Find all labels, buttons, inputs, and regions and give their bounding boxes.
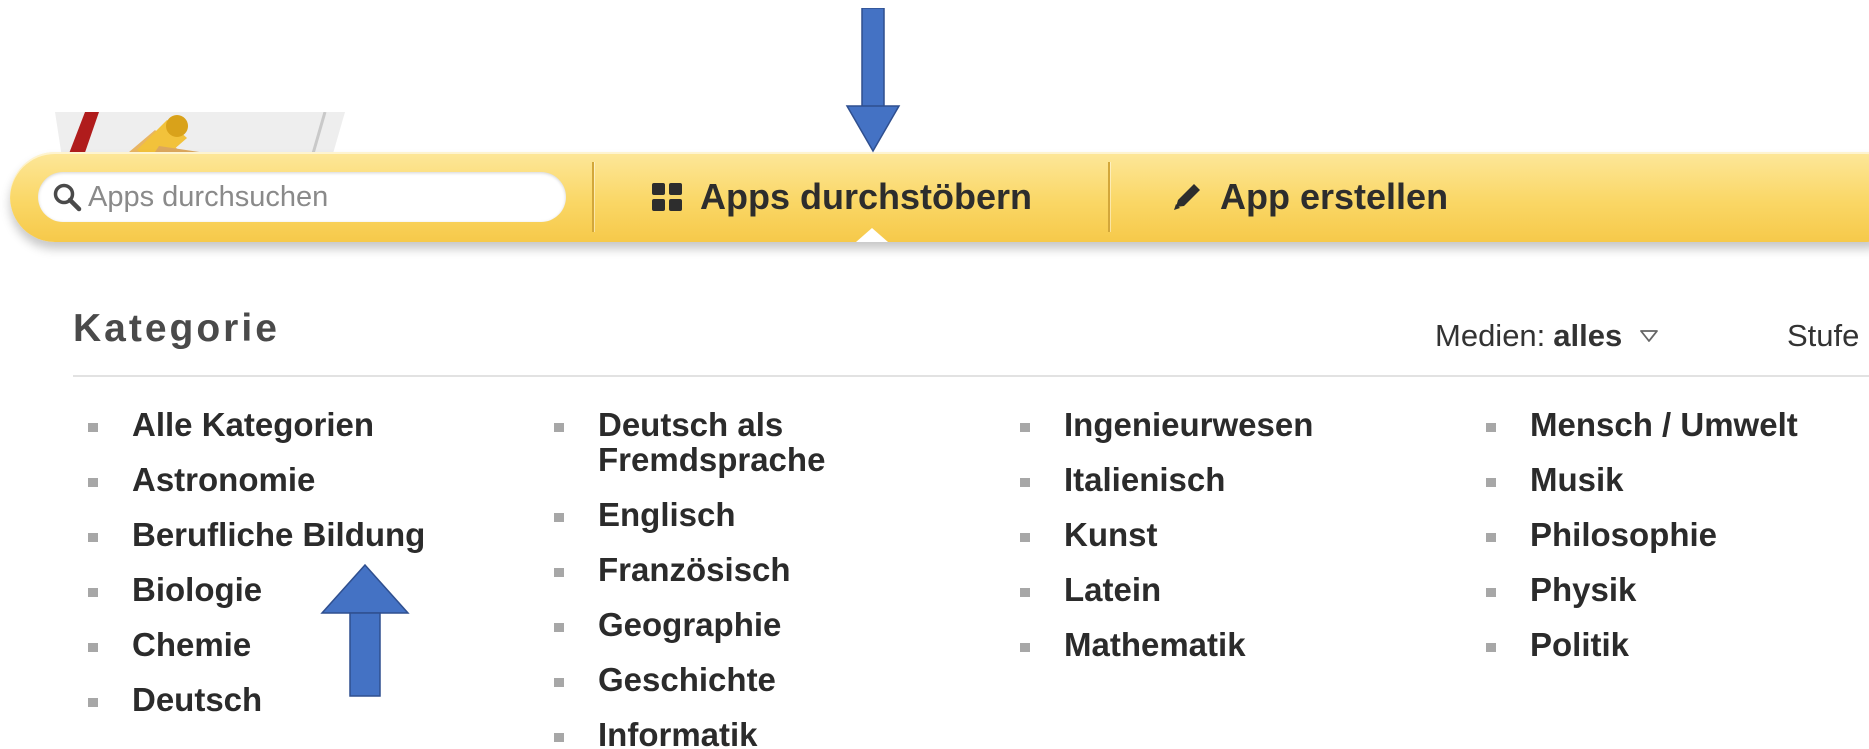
bullet-icon xyxy=(1486,423,1496,432)
tab-browse-apps[interactable]: Apps durchstöbern xyxy=(650,152,1032,242)
bullet-icon xyxy=(88,478,98,487)
bullet-icon xyxy=(88,643,98,652)
annotation-arrow-up xyxy=(320,563,410,697)
category-column-4: Mensch / Umwelt Musik Philosophie Physik… xyxy=(1470,407,1798,682)
bullet-icon xyxy=(1020,643,1030,652)
category-item-label: Geographie xyxy=(598,606,782,643)
category-item[interactable]: Latein xyxy=(1004,572,1313,607)
category-item-label: Kunst xyxy=(1064,516,1158,553)
search-icon xyxy=(53,183,82,212)
page: Apps durchstöbern App erstellen Kategori… xyxy=(0,0,1869,749)
search-input[interactable] xyxy=(88,180,528,214)
category-item-label: Mensch / Umwelt xyxy=(1530,406,1798,443)
category-item-label: Astronomie xyxy=(132,461,316,498)
category-item[interactable]: Italienisch xyxy=(1004,462,1313,497)
category-item-label: Mathematik xyxy=(1064,626,1246,663)
pencil-icon xyxy=(1174,184,1200,210)
bullet-icon xyxy=(554,423,564,432)
tab-create-app[interactable]: App erstellen xyxy=(1170,152,1448,242)
search-box[interactable] xyxy=(38,172,566,222)
level-filter-dropdown[interactable]: Stufe xyxy=(1787,318,1859,354)
bullet-icon xyxy=(554,733,564,742)
annotation-arrow-down xyxy=(845,8,901,153)
media-filter-value: alles xyxy=(1553,318,1623,353)
chevron-down-icon xyxy=(1640,330,1659,342)
bullet-icon xyxy=(1486,478,1496,487)
category-item[interactable]: Musik xyxy=(1470,462,1798,497)
category-item[interactable]: Englisch xyxy=(538,497,898,532)
category-item-label: Französisch xyxy=(598,551,791,588)
bullet-icon xyxy=(88,588,98,597)
bullet-icon xyxy=(554,513,564,522)
toolbar-divider xyxy=(1108,162,1110,232)
category-item-label: Latein xyxy=(1064,571,1162,608)
bullet-icon xyxy=(1020,478,1030,487)
category-column-2: Deutsch als Fremdsprache Englisch Franzö… xyxy=(538,407,898,749)
bullet-icon xyxy=(554,678,564,687)
bullet-icon xyxy=(88,423,98,432)
active-tab-pointer xyxy=(856,228,888,242)
tab-browse-apps-label: Apps durchstöbern xyxy=(700,176,1033,217)
bullet-icon xyxy=(554,568,564,577)
category-item-label: Politik xyxy=(1530,626,1630,663)
bullet-icon xyxy=(88,533,98,542)
category-item-label: Informatik xyxy=(598,716,758,749)
top-toolbar: Apps durchstöbern App erstellen xyxy=(10,152,1869,242)
category-column-3: Ingenieurwesen Italienisch Kunst Latein … xyxy=(1004,407,1313,682)
category-item-label: Italienisch xyxy=(1064,461,1226,498)
bullet-icon xyxy=(88,698,98,707)
bullet-icon xyxy=(554,623,564,632)
category-item-label: Biologie xyxy=(132,571,263,608)
category-item-label: Englisch xyxy=(598,496,736,533)
category-item[interactable]: Mathematik xyxy=(1004,627,1313,662)
category-item-label: Philosophie xyxy=(1530,516,1718,553)
bullet-icon xyxy=(1486,643,1496,652)
category-item-label: Musik xyxy=(1530,461,1624,498)
category-item[interactable]: Deutsch als Fremdsprache xyxy=(538,407,898,477)
tab-create-app-label: App erstellen xyxy=(1220,176,1449,217)
category-item[interactable]: Kunst xyxy=(1004,517,1313,552)
category-item-label: Chemie xyxy=(132,626,252,663)
category-item[interactable]: Astronomie xyxy=(72,462,425,497)
category-item-label: Geschichte xyxy=(598,661,776,698)
category-item[interactable]: Geographie xyxy=(538,607,898,642)
bullet-icon xyxy=(1020,588,1030,597)
category-item[interactable]: Berufliche Bildung xyxy=(72,517,425,552)
grid-icon xyxy=(652,183,682,211)
category-item[interactable]: Philosophie xyxy=(1470,517,1798,552)
header-divider xyxy=(73,375,1869,377)
bullet-icon xyxy=(1486,588,1496,597)
bullet-icon xyxy=(1020,533,1030,542)
category-heading: Kategorie xyxy=(73,307,280,350)
category-item[interactable]: Informatik xyxy=(538,717,898,749)
category-item-label: Ingenieurwesen xyxy=(1064,406,1314,443)
category-item[interactable]: Politik xyxy=(1470,627,1798,662)
bullet-icon xyxy=(1020,423,1030,432)
category-item-label: Alle Kategorien xyxy=(132,406,375,443)
category-item-label: Deutsch als Fremdsprache xyxy=(598,406,826,478)
bullet-icon xyxy=(1486,533,1496,542)
category-item-label: Physik xyxy=(1530,571,1637,608)
media-filter-dropdown[interactable]: Medien: alles xyxy=(1435,318,1659,354)
category-item[interactable]: Physik xyxy=(1470,572,1798,607)
category-item-label: Berufliche Bildung xyxy=(132,516,426,553)
category-item[interactable]: Ingenieurwesen xyxy=(1004,407,1313,442)
category-item[interactable]: Geschichte xyxy=(538,662,898,697)
category-item[interactable]: Französisch xyxy=(538,552,898,587)
toolbar-divider xyxy=(592,162,594,232)
category-item[interactable]: Alle Kategorien xyxy=(72,407,425,442)
media-filter-label: Medien: xyxy=(1435,318,1546,353)
category-item[interactable]: Mensch / Umwelt xyxy=(1470,407,1798,442)
category-item-label: Deutsch xyxy=(132,681,263,718)
